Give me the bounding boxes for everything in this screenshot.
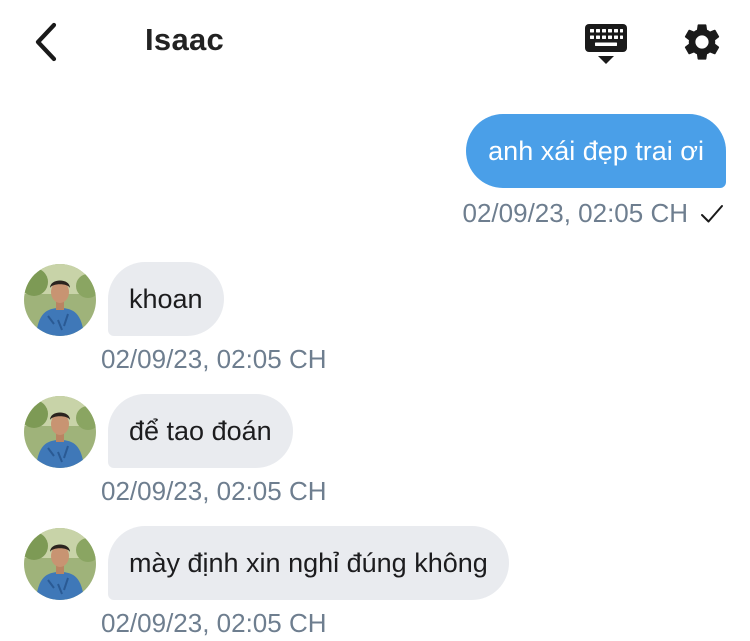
check-icon: [701, 204, 723, 222]
incoming-message-bubble[interactable]: khoan: [108, 262, 224, 336]
avatar[interactable]: [24, 264, 96, 336]
settings-button[interactable]: [680, 20, 724, 64]
avatar[interactable]: [24, 528, 96, 600]
message-timestamp: 02/09/23, 02:05 CH: [101, 476, 327, 506]
back-button[interactable]: [26, 20, 66, 64]
message-timestamp: 02/09/23, 02:05 CH: [101, 344, 327, 374]
contact-name: Isaac: [145, 22, 225, 57]
gear-icon: [684, 24, 720, 60]
avatar[interactable]: [24, 396, 96, 468]
message-timestamp: 02/09/23, 02:05 CH: [463, 198, 725, 229]
chat-header: Isaac: [0, 0, 750, 86]
timestamp-text: 02/09/23, 02:05 CH: [462, 198, 689, 228]
keyboard-icon: [585, 24, 627, 64]
incoming-message-bubble[interactable]: để tao đoán: [108, 394, 293, 468]
outgoing-message-bubble[interactable]: anh xái đẹp trai ơi: [466, 114, 726, 188]
incoming-message-bubble[interactable]: mày định xin nghỉ đúng không: [108, 526, 509, 600]
message-timestamp: 02/09/23, 02:05 CH: [101, 608, 327, 638]
keyboard-button[interactable]: [584, 22, 628, 66]
chevron-left-icon: [35, 22, 57, 62]
